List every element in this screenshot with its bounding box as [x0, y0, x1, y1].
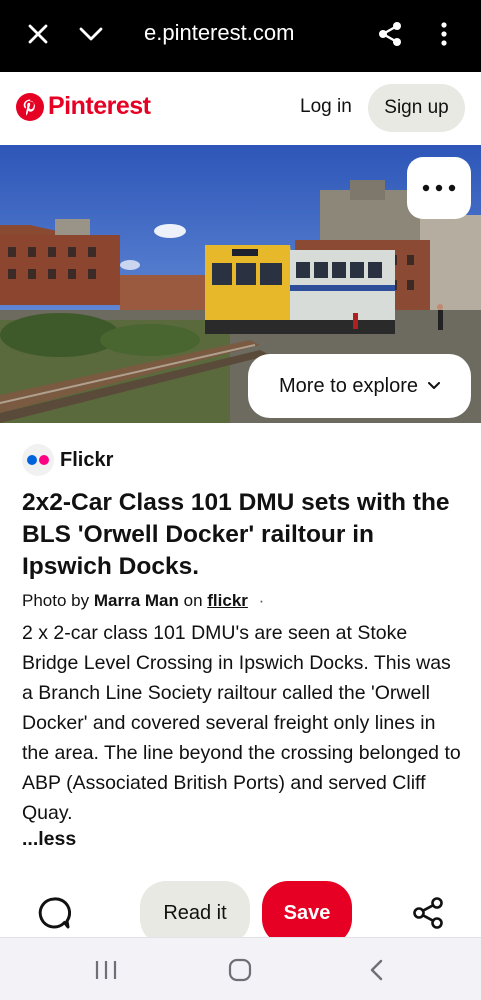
- home-icon[interactable]: [222, 954, 258, 986]
- credit-author[interactable]: Marra Man: [94, 591, 179, 610]
- pin-description: 2 x 2-car class 101 DMU's are seen at St…: [22, 622, 461, 824]
- pin-image[interactable]: More to explore: [0, 145, 481, 423]
- credit-separator: ·: [258, 591, 265, 610]
- save-button[interactable]: Save: [262, 881, 352, 945]
- credit-site-link[interactable]: flickr: [207, 591, 248, 610]
- source-name: Flickr: [60, 448, 114, 471]
- site-header: Pinterest Log in Sign up: [0, 72, 481, 145]
- login-link[interactable]: Log in: [300, 96, 352, 118]
- credit-on: on: [183, 591, 203, 610]
- chevron-down-icon[interactable]: [71, 14, 111, 54]
- more-vertical-icon[interactable]: [424, 14, 464, 54]
- share-button[interactable]: [408, 893, 448, 933]
- comment-icon: [38, 897, 71, 929]
- comment-button[interactable]: [34, 893, 74, 933]
- signup-button[interactable]: Sign up: [368, 84, 465, 132]
- share-icon[interactable]: [370, 14, 410, 54]
- chevron-down-icon: [427, 382, 440, 389]
- flickr-icon: [22, 444, 54, 476]
- browser-toolbar: e.pinterest.com: [0, 0, 481, 72]
- more-options-button[interactable]: [407, 157, 471, 219]
- pinterest-logo-icon: [16, 92, 44, 121]
- pin-source[interactable]: Flickr: [22, 444, 113, 476]
- credit-prefix: Photo by: [22, 591, 90, 610]
- more-to-explore-label: More to explore: [279, 374, 418, 397]
- logo-text: Pinterest: [48, 92, 151, 120]
- android-nav-bar: [0, 937, 481, 1000]
- read-it-button[interactable]: Read it: [140, 881, 250, 945]
- close-icon[interactable]: [18, 14, 58, 54]
- back-icon[interactable]: [358, 954, 394, 986]
- share-icon: [413, 897, 443, 929]
- url-bar[interactable]: e.pinterest.com: [144, 20, 294, 46]
- pinterest-logo[interactable]: Pinterest: [16, 92, 151, 121]
- recent-apps-icon[interactable]: [88, 954, 124, 986]
- more-to-explore-button[interactable]: More to explore: [248, 354, 471, 418]
- photo-credit: Photo by Marra Man on flickr ·: [22, 591, 264, 611]
- more-horizontal-icon: [422, 184, 456, 192]
- pin-title: 2x2-Car Class 101 DMU sets with the BLS …: [22, 489, 450, 580]
- show-less-link[interactable]: ...less: [22, 828, 76, 851]
